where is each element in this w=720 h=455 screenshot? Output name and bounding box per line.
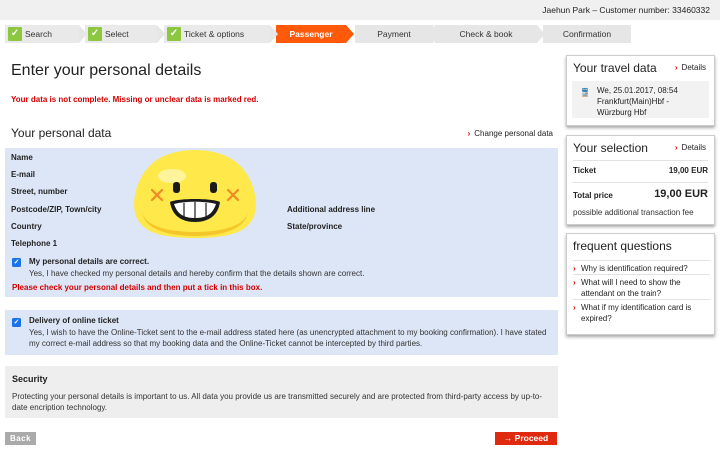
confirm-details-checkbox[interactable]: ✓ bbox=[12, 258, 21, 267]
travel-date: We, 25.01.2017, 08:54 bbox=[597, 86, 678, 95]
street-label: Street, number bbox=[11, 187, 68, 196]
step-label: Ticket & options bbox=[184, 29, 245, 39]
page-title: Enter your personal details bbox=[11, 62, 202, 79]
arrow-right-icon: › bbox=[573, 264, 576, 273]
arrow-right-icon: › bbox=[674, 143, 678, 152]
state-label: State/province bbox=[287, 222, 343, 231]
confirm-details-text: Yes, I have checked my personal details … bbox=[29, 269, 365, 278]
arrow-right-icon: › bbox=[573, 278, 576, 287]
check-icon: ✓ bbox=[88, 27, 102, 41]
step-label: Confirmation bbox=[562, 29, 612, 39]
step-label: Check & book bbox=[459, 29, 513, 39]
delivery-checkbox[interactable]: ✓ bbox=[12, 318, 21, 327]
email-label: E-mail bbox=[11, 170, 36, 179]
additional-address-label: Additional address line bbox=[287, 205, 376, 214]
ticket-price: 19,00 EUR bbox=[668, 166, 708, 175]
total-row: Total price 19,00 EUR bbox=[573, 188, 708, 200]
step-select[interactable]: ✓ Select bbox=[85, 25, 165, 43]
step-confirmation: Confirmation bbox=[543, 25, 631, 43]
step-label: Search bbox=[25, 29, 52, 39]
transaction-fee-note: possible additional transaction fee bbox=[573, 208, 694, 217]
travel-data-title: Your travel data bbox=[573, 61, 657, 75]
arrow-right-icon: › bbox=[674, 63, 678, 72]
faq-item[interactable]: › Why is identification required? bbox=[573, 260, 710, 274]
ticket-label: Ticket bbox=[573, 166, 596, 175]
faq-item[interactable]: › What will I need to show the attendant … bbox=[573, 274, 710, 299]
personal-data-heading: Your personal data bbox=[11, 126, 112, 140]
step-label: Payment bbox=[377, 29, 411, 39]
selection-panel: Your selection › Details Ticket 19,00 EUR… bbox=[566, 135, 715, 225]
country-label: Country bbox=[11, 222, 42, 231]
name-label: Name bbox=[11, 153, 33, 162]
confirm-details-title: My personal details are correct. bbox=[29, 257, 150, 266]
step-label: Passenger bbox=[289, 29, 333, 39]
error-message: Your data is not complete. Missing or un… bbox=[11, 95, 259, 104]
delivery-text: Yes, I wish to have the Online-Ticket se… bbox=[29, 328, 547, 348]
selection-details-link[interactable]: › Details bbox=[675, 143, 706, 152]
personal-data-box: Name E-mail Street, number Postcode/ZIP,… bbox=[5, 148, 558, 252]
step-check-book: Check & book bbox=[435, 25, 545, 43]
security-title: Security bbox=[12, 374, 48, 384]
faq-panel: frequent questions › Why is identificatio… bbox=[566, 233, 715, 335]
customer-info: Jaehun Park – Customer number: 33460332 bbox=[542, 5, 710, 15]
telephone-label: Telephone 1 bbox=[11, 239, 58, 248]
faq-item[interactable]: › What if my identification card is expir… bbox=[573, 299, 710, 324]
delivery-title: Delivery of online ticket bbox=[29, 316, 119, 325]
travel-data-panel: Your travel data › Details 🚆 We, 25.01.20… bbox=[566, 55, 715, 126]
travel-details-link[interactable]: › Details bbox=[675, 63, 706, 72]
arrow-right-icon: › bbox=[467, 129, 471, 138]
change-personal-data-link[interactable]: › Change personal data bbox=[468, 129, 553, 138]
security-box: Security Protecting your personal detail… bbox=[5, 366, 558, 418]
total-label: Total price bbox=[573, 191, 613, 200]
step-label: Select bbox=[105, 29, 129, 39]
delivery-box: ✓ Delivery of online ticket Yes, I wish … bbox=[5, 310, 558, 355]
proceed-button[interactable]: → Proceed bbox=[495, 432, 557, 445]
ticket-row: Ticket 19,00 EUR bbox=[573, 166, 708, 175]
confirm-details-box: ✓ My personal details are correct. Yes, … bbox=[5, 252, 558, 297]
smiley-sticker bbox=[134, 150, 256, 238]
total-price: 19,00 EUR bbox=[654, 188, 708, 200]
arrow-right-icon: → bbox=[503, 433, 515, 443]
step-payment: Payment bbox=[355, 25, 441, 43]
step-search[interactable]: ✓ Search bbox=[5, 25, 87, 43]
step-passenger: Passenger bbox=[276, 25, 354, 43]
security-text: Protecting your personal details is impo… bbox=[12, 392, 543, 412]
top-bar: Jaehun Park – Customer number: 33460332 bbox=[0, 0, 720, 20]
check-icon: ✓ bbox=[8, 27, 22, 41]
travel-route-destination: Würzburg Hbf bbox=[597, 108, 647, 117]
postcode-label: Postcode/ZIP, Town/city bbox=[11, 205, 102, 214]
selection-title: Your selection bbox=[573, 141, 648, 155]
confirm-details-error: Please check your personal details and t… bbox=[12, 283, 263, 292]
train-icon: 🚆 bbox=[580, 88, 590, 97]
travel-route: Frankfurt(Main)Hbf - bbox=[597, 97, 670, 106]
progress-steps: ✓ Search ✓ Select ✓ Ticket & options Pas… bbox=[5, 25, 717, 43]
step-ticket-options[interactable]: ✓ Ticket & options bbox=[164, 25, 278, 43]
check-icon: ✓ bbox=[167, 27, 181, 41]
faq-title: frequent questions bbox=[573, 239, 672, 253]
travel-summary: 🚆 We, 25.01.2017, 08:54 Frankfurt(Main)H… bbox=[572, 81, 709, 118]
arrow-right-icon: › bbox=[573, 303, 576, 312]
back-button[interactable]: Back bbox=[5, 432, 36, 445]
